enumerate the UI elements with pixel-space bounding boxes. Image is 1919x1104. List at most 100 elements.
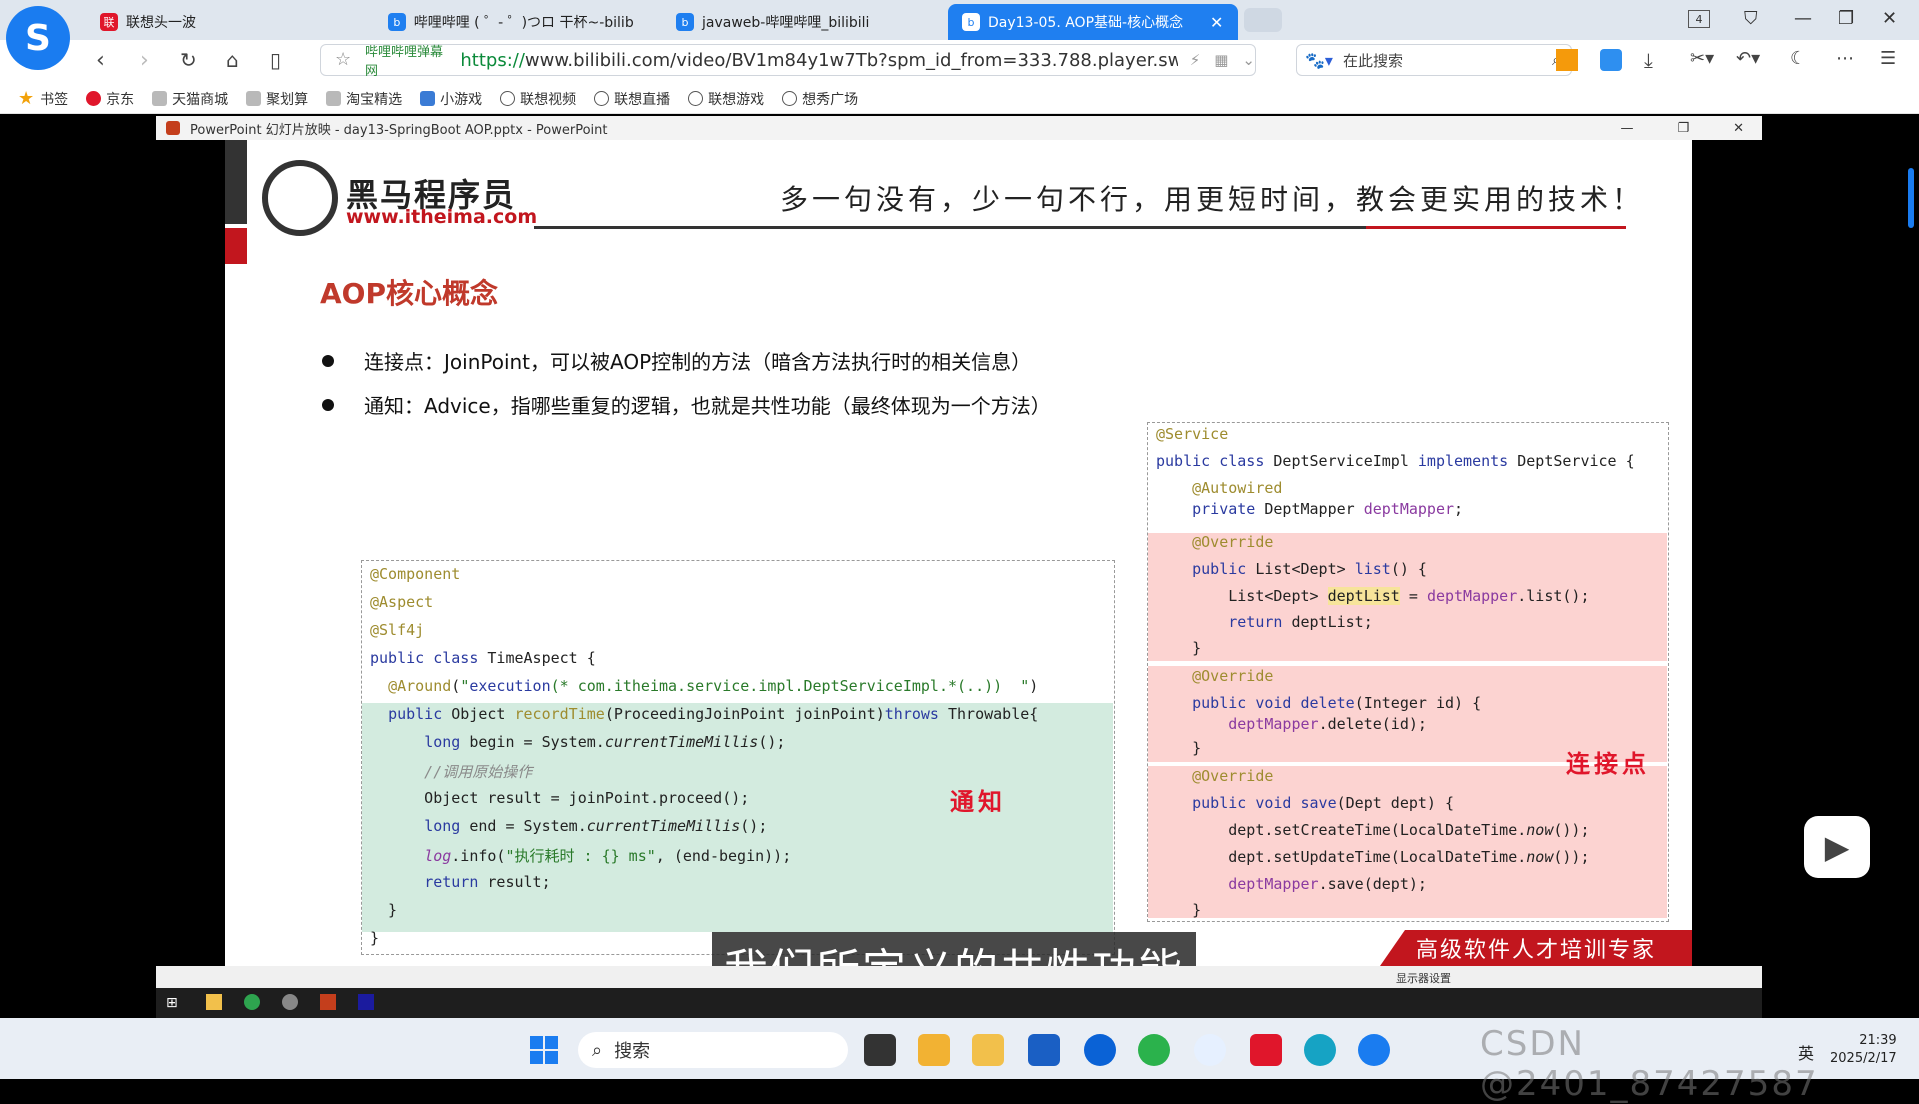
search-box[interactable]: 🐾▾ 在此搜索 ⌕ xyxy=(1296,44,1572,76)
bookmark-label: 淘宝精选 xyxy=(346,91,403,108)
toolbar-orange-icon[interactable] xyxy=(1556,49,1578,71)
code-line: List<Dept> deptList = deptMapper.list(); xyxy=(1156,587,1590,605)
undo-icon[interactable]: ↶▾ xyxy=(1736,48,1760,69)
night-mode-icon[interactable]: ☾ xyxy=(1790,48,1806,69)
code-line: @Aspect xyxy=(370,593,434,611)
bookmark-item[interactable]: 联想视频 xyxy=(500,89,576,109)
bookmark-item[interactable]: 想秀广场 xyxy=(782,89,858,109)
itheima-logo-icon xyxy=(262,160,338,236)
recorded-taskbar: ⊞ xyxy=(156,988,1762,1018)
bookmark-item[interactable]: ★ 书签 xyxy=(18,88,68,109)
globe-icon xyxy=(782,91,798,106)
taskbar-search-label: 搜索 xyxy=(614,1041,651,1062)
status-display-settings[interactable]: 显示器设置 xyxy=(1396,970,1451,986)
bookmark-item[interactable]: 京东 xyxy=(86,89,134,109)
code-line: public Object recordTime(ProceedingJoinP… xyxy=(388,705,1039,723)
bookmark-label: 天猫商城 xyxy=(172,91,229,108)
new-tab-button[interactable] xyxy=(1244,8,1282,32)
download-icon[interactable]: ⤓ xyxy=(1644,48,1653,72)
forward-icon[interactable]: › xyxy=(140,48,149,73)
code-line: @Override xyxy=(1156,533,1274,551)
browser-logo-icon[interactable]: S xyxy=(6,6,70,70)
minimize-icon[interactable]: — xyxy=(1620,121,1633,136)
search-icon: ⌕ xyxy=(592,1039,603,1061)
refresh-icon[interactable]: ↻ xyxy=(180,48,197,72)
back-icon[interactable]: ‹ xyxy=(96,48,105,73)
taskbar-search[interactable]: ⌕ 搜索 xyxy=(578,1032,848,1068)
title-divider-accent xyxy=(1366,226,1626,229)
bookmark-item[interactable]: 联想直播 xyxy=(594,89,670,109)
address-bar[interactable]: ☆ 哔哩哔哩弹幕网 https:// www.bilibili.com/vide… xyxy=(320,44,1256,79)
bullet-text: 通知：Advice，指哪些重复的逻辑，也就是共性功能（最终体现为一个方法） xyxy=(364,394,1051,418)
lightning-icon[interactable]: ⚡ xyxy=(1190,51,1201,69)
tab-label: javaweb-哔哩哔哩_bilibili xyxy=(702,15,870,31)
joinpoint-annotation: 连接点 xyxy=(1566,749,1650,778)
app-icon[interactable] xyxy=(918,1034,950,1066)
taobao-icon xyxy=(326,91,342,106)
bullet-joinpoint: 连接点：JoinPoint，可以被AOP控制的方法（暗含方法执行时的相关信息） xyxy=(322,346,1031,375)
bilibili-tv-icon[interactable]: ▶ xyxy=(1804,816,1870,878)
code-line: } xyxy=(1156,901,1202,919)
bookmark-item[interactable]: 联想游戏 xyxy=(688,89,764,109)
bookmark-item[interactable]: 淘宝精选 xyxy=(326,89,402,109)
baidu-paw-icon[interactable]: 🐾▾ xyxy=(1305,51,1333,70)
star-icon[interactable]: ☆ xyxy=(335,49,351,70)
lenovo-app-icon[interactable] xyxy=(1084,1034,1116,1066)
ime-indicator[interactable]: 英 xyxy=(1798,1040,1814,1064)
code-line: Object result = joinPoint.proceed(); xyxy=(370,789,750,807)
system-clock[interactable]: 21:39 2025/2/17 xyxy=(1830,1032,1897,1068)
globe-icon xyxy=(500,91,516,106)
restore-icon[interactable]: ❐ xyxy=(1677,121,1689,136)
tab-day13-aop[interactable]: b Day13-05. AOP基础-核心概念 ✕ xyxy=(948,4,1238,40)
scroll-indicator[interactable] xyxy=(1908,168,1914,228)
star-icon: ★ xyxy=(18,88,35,109)
reader-icon[interactable]: ▯ xyxy=(270,48,281,72)
close-window-icon[interactable]: ✕ xyxy=(1733,121,1744,136)
tab-count-badge[interactable]: 4 xyxy=(1688,10,1710,28)
code-line: @Autowired xyxy=(1156,479,1283,497)
windows-start-icon[interactable] xyxy=(530,1036,558,1064)
slide-decoration xyxy=(225,228,247,264)
home-icon[interactable]: ⌂ xyxy=(226,48,239,72)
task-view-icon[interactable] xyxy=(864,1034,896,1066)
powerpoint-icon xyxy=(166,121,180,135)
chevron-down-icon[interactable]: ⌄ xyxy=(1242,51,1255,69)
more-icon[interactable]: ⋯ xyxy=(1836,48,1854,69)
bullet-dot xyxy=(322,354,334,367)
code-line: dept.setUpdateTime(LocalDateTime.now()); xyxy=(1156,848,1590,866)
send-icon[interactable] xyxy=(1600,49,1622,71)
windows-start-icon: ⊞ xyxy=(166,995,178,1011)
qr-icon[interactable]: ▦ xyxy=(1214,51,1228,69)
bookmark-item[interactable]: 小游戏 xyxy=(420,89,482,109)
tab-bilibili-home[interactable]: b 哔哩哔哩 ( ゜- ゜)つロ 干杯~-bilib xyxy=(374,4,654,40)
minimize-icon[interactable]: — xyxy=(1794,8,1812,29)
url-text: www.bilibili.com/video/BV1m84y1w7Tb?spm_… xyxy=(524,49,1178,71)
advice-annotation: 通知 xyxy=(950,787,1006,816)
wps-icon[interactable] xyxy=(1250,1034,1282,1066)
joinpoint-highlight xyxy=(1148,766,1667,918)
tab-javaweb[interactable]: b javaweb-哔哩哔哩_bilibili xyxy=(662,4,942,40)
close-window-icon[interactable]: ✕ xyxy=(1882,8,1897,29)
store-icon[interactable] xyxy=(1028,1034,1060,1066)
code-line: @Service xyxy=(1156,425,1229,443)
logo-url: www.itheima.com xyxy=(346,206,538,228)
code-line: long end = System.currentTimeMillis(); xyxy=(424,817,768,835)
bookmark-label: 想秀广场 xyxy=(802,91,859,108)
tab-lenovo[interactable]: 联 联想头一波 xyxy=(86,4,366,40)
browser-app-icon[interactable] xyxy=(1358,1034,1390,1066)
app-icon[interactable] xyxy=(1194,1034,1226,1066)
close-tab-icon[interactable]: ✕ xyxy=(1210,13,1223,32)
edge-icon[interactable] xyxy=(1304,1034,1336,1066)
scissors-icon[interactable]: ✂▾ xyxy=(1690,48,1714,69)
code-line: } xyxy=(1156,639,1202,657)
restore-icon[interactable]: ❐ xyxy=(1838,8,1854,29)
bilibili-tab-icon: b xyxy=(676,13,694,31)
menu-icon[interactable]: ☰ xyxy=(1880,48,1896,69)
file-explorer-icon[interactable] xyxy=(972,1034,1004,1066)
skin-icon[interactable]: ⛉ xyxy=(1744,8,1758,29)
wechat-icon[interactable] xyxy=(1138,1034,1170,1066)
bookmark-item[interactable]: 聚划算 xyxy=(246,89,308,109)
ppt-window-title: PowerPoint 幻灯片放映 - day13-SpringBoot AOP.… xyxy=(190,122,608,138)
tmall-icon xyxy=(152,91,168,106)
bookmark-item[interactable]: 天猫商城 xyxy=(152,89,228,109)
